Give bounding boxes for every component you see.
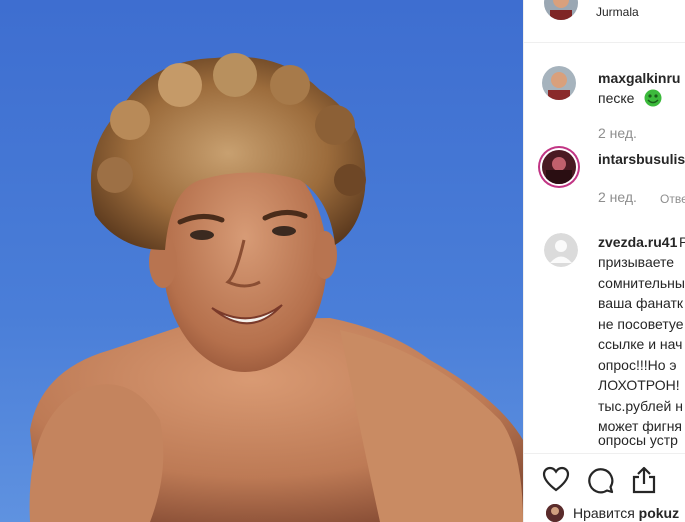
- post-header: Jurmala: [524, 0, 685, 43]
- comment-line: тыс.рублей н: [598, 397, 683, 414]
- author-avatar[interactable]: [544, 0, 578, 20]
- comment-text: песке: [598, 90, 635, 106]
- likes-summary: Нравится pokuz: [573, 505, 679, 521]
- post-location[interactable]: Jurmala: [596, 5, 639, 19]
- share-icon[interactable]: [630, 466, 660, 496]
- money-mouth-face-emoji-icon: [644, 89, 662, 107]
- comment-time[interactable]: 2 нед.: [598, 125, 637, 141]
- liker-username[interactable]: pokuz: [639, 505, 679, 521]
- post-photo[interactable]: [0, 0, 523, 522]
- comment-time[interactable]: 2 нед.: [598, 189, 637, 205]
- action-bar: [524, 453, 685, 504]
- comment-username[interactable]: zvezda.ru41: [598, 234, 677, 250]
- comment-line: не посоветуе: [598, 315, 684, 332]
- comment-line: ссылке и нач: [598, 336, 683, 352]
- commenter-avatar[interactable]: [542, 150, 576, 184]
- comment-line: ЛОХОТРОН!: [598, 377, 680, 393]
- commenter-avatar[interactable]: [544, 233, 578, 267]
- comment-icon[interactable]: [586, 466, 616, 496]
- comment-line: опрос!!!Но э: [598, 356, 677, 373]
- liker-avatar[interactable]: [546, 504, 564, 522]
- comment-line: опросы устр: [598, 432, 678, 448]
- comment-username[interactable]: intarsbusulis: [598, 151, 685, 167]
- commenter-avatar[interactable]: [542, 66, 576, 100]
- comment-line: сомнительны: [598, 274, 685, 291]
- comment-line: призываете: [598, 254, 675, 270]
- comments-panel: Jurmala maxgalkinru песке 2 нед. intarsb…: [523, 0, 685, 522]
- comment-text-start: Р: [679, 232, 685, 253]
- likes-prefix: Нравится: [573, 505, 635, 521]
- reply-button[interactable]: Отве: [660, 192, 685, 206]
- heart-icon[interactable]: [542, 466, 572, 496]
- selfie-image: [0, 0, 523, 522]
- comment-line: ваша фанатк: [598, 295, 684, 311]
- comment-username[interactable]: maxgalkinru: [598, 70, 680, 86]
